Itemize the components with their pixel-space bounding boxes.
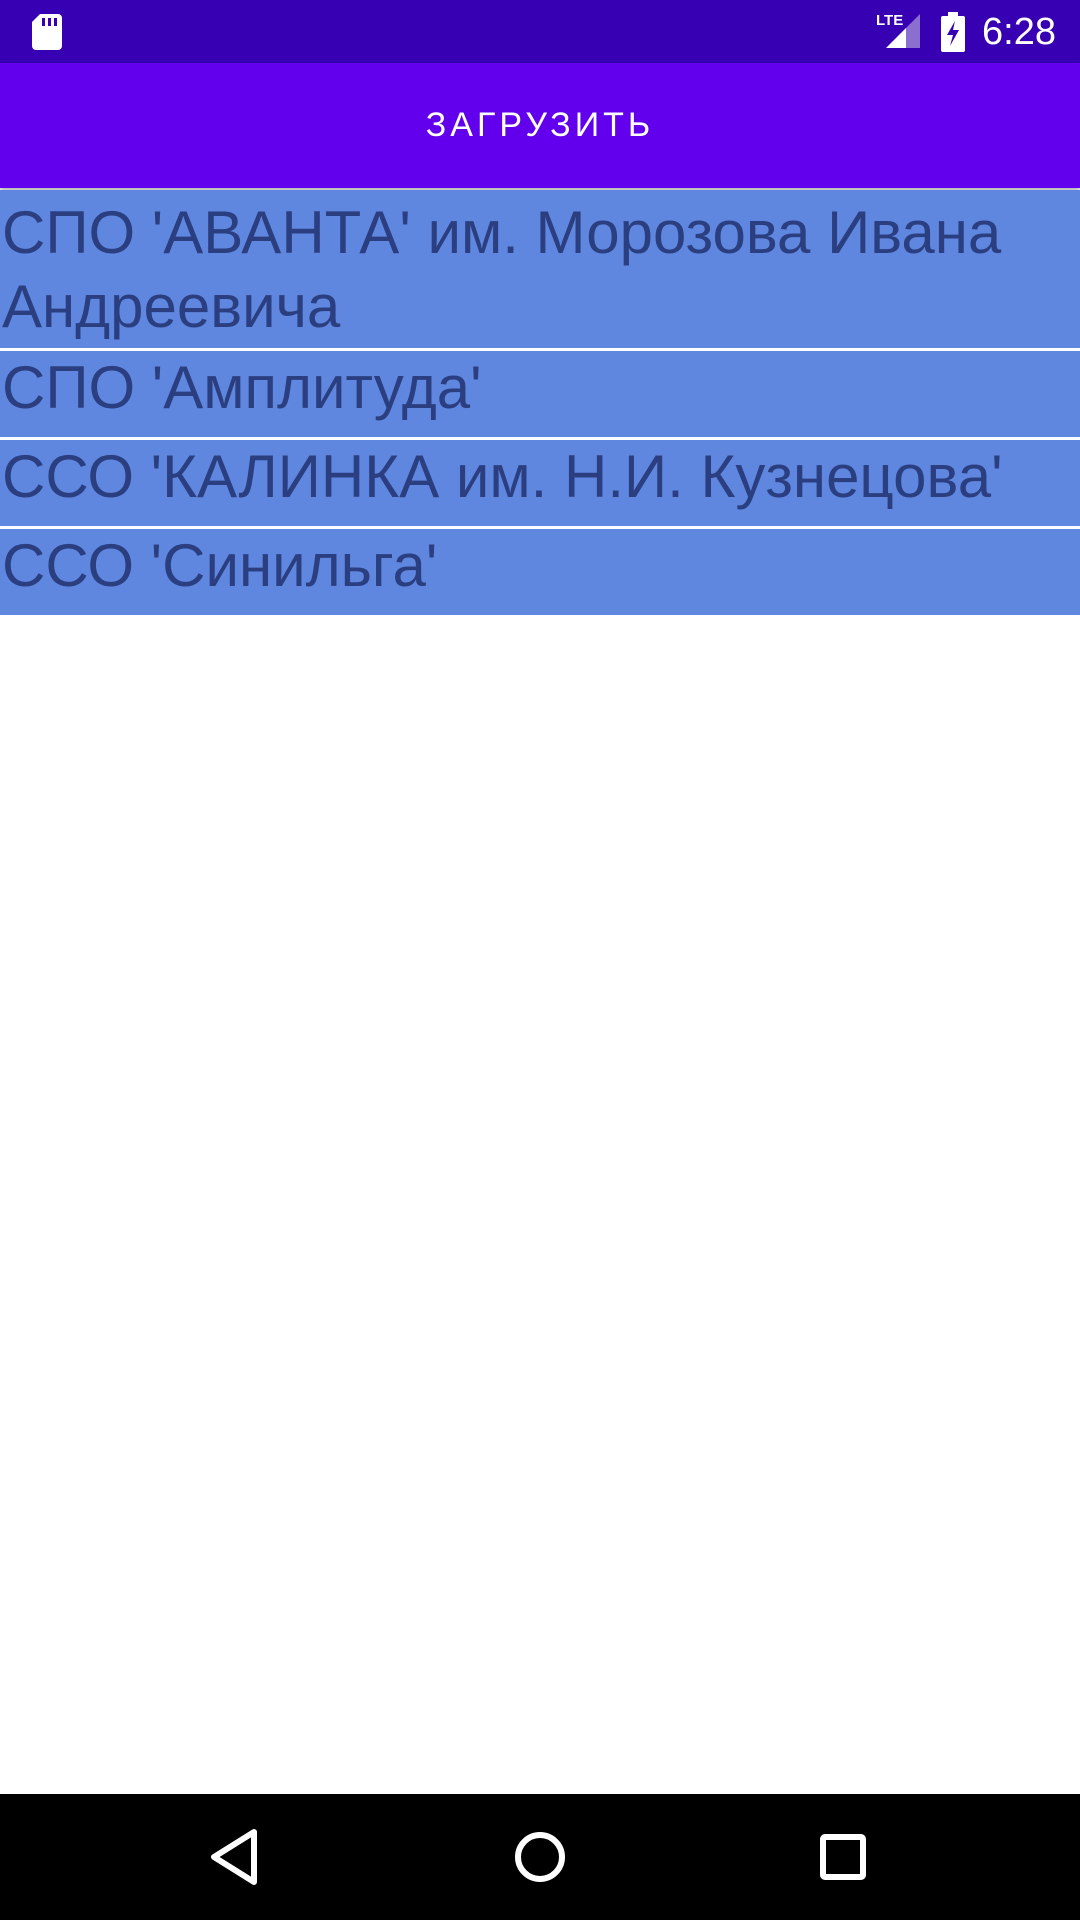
list-item[interactable]: ССО 'Синильга' bbox=[0, 529, 1080, 615]
list-item[interactable]: СПО 'АВАНТА' им. Морозова Ивана Андрееви… bbox=[0, 190, 1080, 351]
back-icon[interactable] bbox=[200, 1822, 270, 1892]
svg-text:LTE: LTE bbox=[876, 12, 903, 29]
screen: LTE 6:28 ЗАГРУЗИТЬ СПО 'АВАНТА' им. Моро… bbox=[0, 0, 1080, 1920]
organization-list: СПО 'АВАНТА' им. Морозова Ивана Андрееви… bbox=[0, 190, 1080, 615]
load-button[interactable]: ЗАГРУЗИТЬ bbox=[0, 63, 1080, 188]
recents-icon[interactable] bbox=[808, 1822, 878, 1892]
clock: 6:28 bbox=[982, 11, 1056, 53]
list-item[interactable]: ССО 'КАЛИНКА им. Н.И. Кузнецова' bbox=[0, 440, 1080, 529]
sd-card-icon bbox=[32, 14, 62, 50]
lte-signal-icon: LTE bbox=[876, 12, 920, 48]
status-bar: LTE 6:28 bbox=[0, 0, 1080, 63]
navigation-bar bbox=[0, 1794, 1080, 1920]
battery-charging-icon bbox=[941, 12, 965, 52]
home-icon[interactable] bbox=[505, 1822, 575, 1892]
list-item[interactable]: СПО 'Амплитуда' bbox=[0, 351, 1080, 440]
